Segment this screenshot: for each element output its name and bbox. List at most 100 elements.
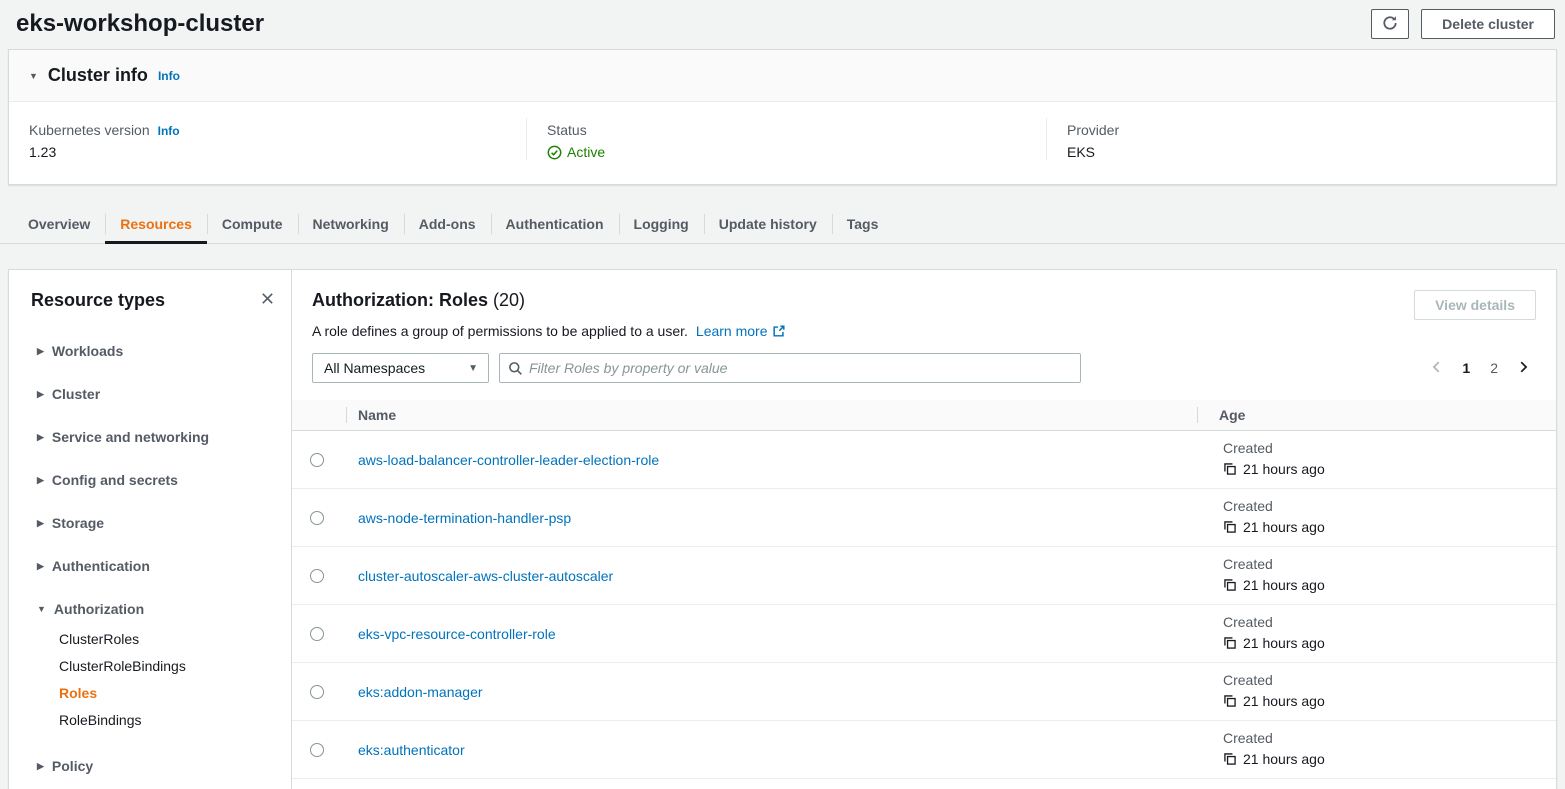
copy-icon[interactable] (1223, 578, 1237, 592)
chevron-left-icon (1430, 360, 1444, 377)
created-label: Created (1223, 614, 1556, 630)
authorization-children: ClusterRoles ClusterRoleBindings Roles R… (31, 620, 277, 734)
sidebar-item-config-and-secrets[interactable]: ▶Config and secrets (31, 470, 277, 491)
cluster-tabs: Overview Resources Compute Networking Ad… (0, 207, 1565, 244)
roles-search-box (499, 353, 1081, 383)
namespace-filter-select[interactable]: All Namespaces ▼ (312, 353, 489, 383)
status-label: Status (547, 122, 587, 138)
tab-networking[interactable]: Networking (298, 207, 404, 243)
table-row: aws-load-balancer-controller-leader-elec… (292, 431, 1556, 489)
copy-icon[interactable] (1223, 636, 1237, 650)
created-label: Created (1223, 556, 1556, 572)
kubernetes-version-label: Kubernetes version (29, 122, 150, 138)
table-row: eks:authenticator Created 21 hours ago (292, 721, 1556, 779)
namespace-filter-value: All Namespaces (324, 360, 468, 376)
created-label: Created (1223, 440, 1556, 456)
sidebar-item-roles[interactable]: Roles (59, 680, 277, 707)
age-text: 21 hours ago (1243, 577, 1325, 593)
cluster-info-title: Cluster info (48, 65, 148, 86)
copy-icon[interactable] (1223, 462, 1237, 476)
resource-types-sidebar: Resource types ▶Workloads ▶Cluster ▶Serv… (9, 270, 292, 789)
tab-overview[interactable]: Overview (13, 207, 105, 243)
role-name-link[interactable]: cluster-autoscaler-aws-cluster-autoscale… (358, 568, 613, 584)
chevron-down-icon: ▼ (37, 601, 46, 618)
learn-more-link[interactable]: Learn more (696, 323, 786, 339)
table-row: eks:addon-manager Created 21 hours ago (292, 663, 1556, 721)
pagination-next-button[interactable] (1510, 356, 1536, 381)
status-check-icon (547, 145, 562, 160)
tab-resources[interactable]: Resources (105, 207, 207, 243)
view-details-button[interactable]: View details (1414, 290, 1536, 320)
chevron-right-icon: ▶ (37, 515, 44, 532)
cluster-info-body: Kubernetes version Info 1.23 Status Acti… (9, 102, 1556, 184)
age-text: 21 hours ago (1243, 635, 1325, 651)
tab-logging[interactable]: Logging (619, 207, 704, 243)
age-column-header[interactable]: Age (1197, 400, 1556, 430)
refresh-button[interactable] (1371, 9, 1409, 39)
delete-cluster-button[interactable]: Delete cluster (1421, 9, 1555, 39)
cluster-info-header[interactable]: ▼ Cluster info Info (9, 50, 1556, 102)
sidebar-item-workloads[interactable]: ▶Workloads (31, 341, 277, 362)
age-text: 21 hours ago (1243, 461, 1325, 477)
created-label: Created (1223, 498, 1556, 514)
chevron-right-icon: ▶ (37, 558, 44, 575)
sidebar-item-authorization[interactable]: ▼Authorization (31, 599, 277, 620)
sidebar-item-storage[interactable]: ▶Storage (31, 513, 277, 534)
roles-description: A role defines a group of permissions to… (312, 323, 1414, 339)
sidebar-item-authentication[interactable]: ▶Authentication (31, 556, 277, 577)
chevron-right-icon: ▶ (37, 343, 44, 360)
refresh-icon (1382, 15, 1398, 34)
sidebar-item-cluster[interactable]: ▶Cluster (31, 384, 277, 405)
sidebar-close-button[interactable] (258, 289, 277, 311)
page-header: eks-workshop-cluster Delete cluster (0, 0, 1565, 49)
tab-add-ons[interactable]: Add-ons (404, 207, 491, 243)
roles-panel: Authorization: Roles (20) A role defines… (292, 270, 1556, 789)
row-radio[interactable] (310, 685, 324, 699)
chevron-right-icon: ▶ (37, 758, 44, 775)
status-value: Active (567, 144, 605, 160)
roles-count: (20) (493, 290, 525, 310)
roles-panel-title: Authorization: Roles (20) (312, 290, 1414, 311)
role-name-link[interactable]: eks:addon-manager (358, 684, 483, 700)
cluster-info-info-link[interactable]: Info (158, 69, 180, 83)
sidebar-item-clusterroles[interactable]: ClusterRoles (59, 626, 277, 653)
filter-row: All Namespaces ▼ 1 2 (312, 353, 1536, 383)
sidebar-item-rolebindings[interactable]: RoleBindings (59, 707, 277, 734)
kubernetes-version-value: 1.23 (29, 144, 506, 160)
role-name-link[interactable]: aws-load-balancer-controller-leader-elec… (358, 452, 659, 468)
name-column-header[interactable]: Name (346, 400, 1197, 430)
search-icon (508, 361, 523, 376)
pagination-page-2[interactable]: 2 (1482, 356, 1506, 380)
row-radio[interactable] (310, 511, 324, 525)
role-name-link[interactable]: eks:authenticator (358, 742, 465, 758)
age-text: 21 hours ago (1243, 751, 1325, 767)
kubernetes-version-field: Kubernetes version Info 1.23 (9, 118, 526, 160)
tab-update-history[interactable]: Update history (704, 207, 832, 243)
role-name-link[interactable]: aws-node-termination-handler-psp (358, 510, 571, 526)
roles-search-input[interactable] (529, 360, 1072, 376)
provider-field: Provider EKS (1046, 118, 1556, 160)
copy-icon[interactable] (1223, 520, 1237, 534)
pagination-prev-button[interactable] (1424, 356, 1450, 381)
row-radio[interactable] (310, 627, 324, 641)
sidebar-item-clusterrolebindings[interactable]: ClusterRoleBindings (59, 653, 277, 680)
pagination-page-1[interactable]: 1 (1454, 356, 1478, 380)
collapse-caret-icon[interactable]: ▼ (29, 71, 38, 81)
provider-value: EKS (1067, 144, 1536, 160)
close-icon (260, 291, 275, 309)
provider-label: Provider (1067, 122, 1119, 138)
role-name-link[interactable]: eks-vpc-resource-controller-role (358, 626, 556, 642)
sidebar-item-service-and-networking[interactable]: ▶Service and networking (31, 427, 277, 448)
copy-icon[interactable] (1223, 694, 1237, 708)
row-radio[interactable] (310, 569, 324, 583)
chevron-right-icon (1516, 360, 1530, 377)
kubernetes-version-info-link[interactable]: Info (158, 124, 180, 138)
tab-compute[interactable]: Compute (207, 207, 298, 243)
copy-icon[interactable] (1223, 752, 1237, 766)
tab-authentication[interactable]: Authentication (491, 207, 619, 243)
row-radio[interactable] (310, 453, 324, 467)
dropdown-caret-icon: ▼ (468, 363, 478, 374)
row-radio[interactable] (310, 743, 324, 757)
tab-tags[interactable]: Tags (832, 207, 894, 243)
sidebar-item-policy[interactable]: ▶Policy (31, 756, 277, 777)
